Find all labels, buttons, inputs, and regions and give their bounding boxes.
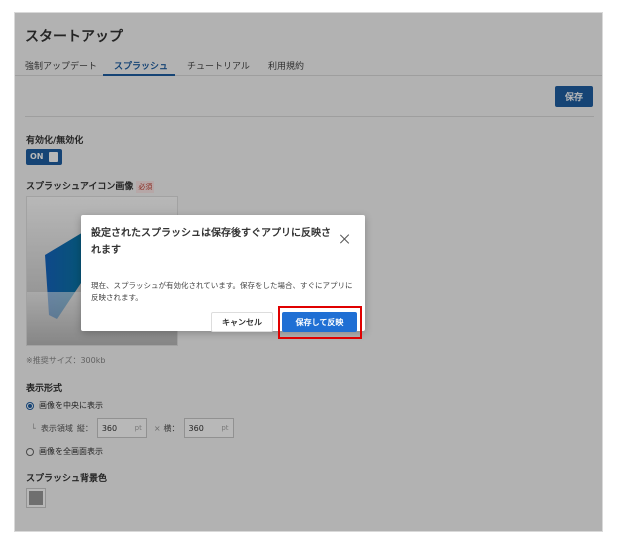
dialog-title: 設定されたスプラッシュは保存後すぐアプリに反映されます <box>91 228 331 256</box>
close-icon[interactable] <box>338 232 352 246</box>
cancel-button[interactable]: キャンセル <box>211 312 273 332</box>
dialog-message: 現在、スプラッシュが有効化されています。保存をした場合、すぐにアプリに反映されま… <box>91 281 353 302</box>
highlight-box <box>278 306 362 339</box>
